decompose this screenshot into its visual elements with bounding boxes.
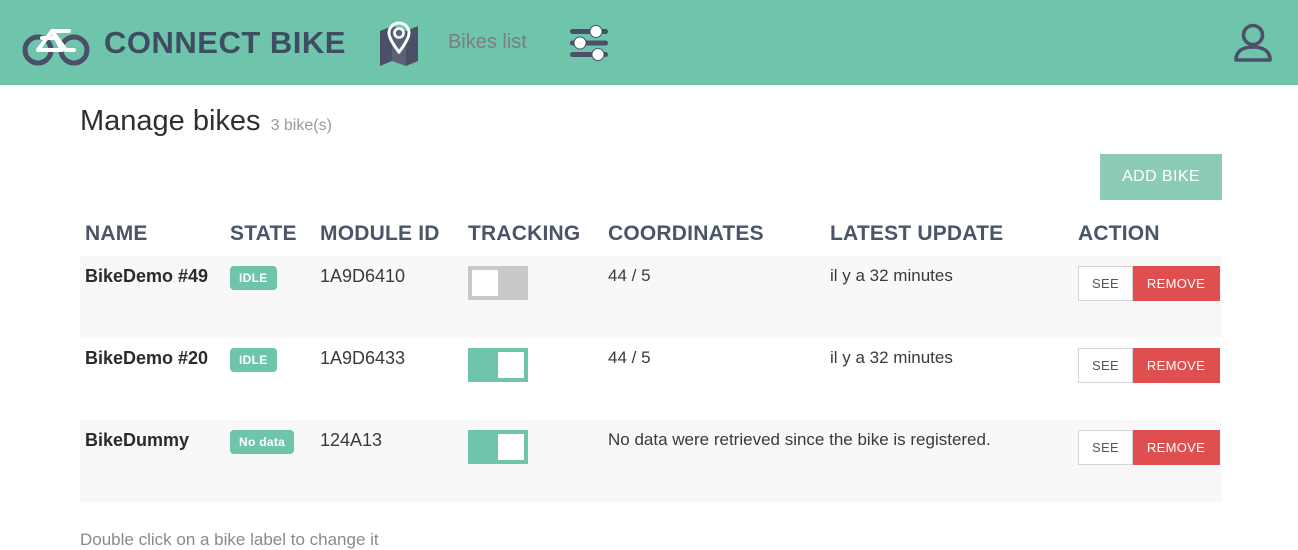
column-header-latest-update: LATEST UPDATE bbox=[830, 222, 1004, 245]
table-body: BikeDemo #49 IDLE 1A9D6410 44 / 5 il y a… bbox=[80, 256, 1222, 502]
toggle-knob bbox=[498, 352, 524, 378]
column-header-coordinates: COORDINATES bbox=[608, 222, 764, 245]
status-badge: No data bbox=[230, 430, 295, 454]
map-pin-icon bbox=[378, 19, 420, 67]
module-id-value: 1A9D6433 bbox=[320, 348, 406, 368]
action-button-group: SEE REMOVE bbox=[1078, 430, 1221, 465]
toggle-knob bbox=[498, 434, 524, 460]
table-header: NAME STATE MODULE ID TRACKING COORDINATE… bbox=[80, 218, 1222, 256]
cell-coordinates: 44 / 5 bbox=[603, 256, 825, 338]
see-button[interactable]: SEE bbox=[1078, 266, 1133, 301]
bike-name-label[interactable]: BikeDemo #20 bbox=[85, 348, 208, 368]
no-data-message: No data were retrieved since the bike is… bbox=[608, 430, 991, 449]
status-badge: IDLE bbox=[230, 266, 277, 290]
cell-action: SEE REMOVE bbox=[1073, 338, 1222, 420]
cell-name: BikeDummy bbox=[80, 420, 225, 502]
remove-button[interactable]: REMOVE bbox=[1132, 430, 1221, 465]
action-button-group: SEE REMOVE bbox=[1078, 348, 1221, 383]
status-badge: IDLE bbox=[230, 348, 277, 372]
cell-tracking bbox=[463, 420, 603, 502]
module-id-value: 1A9D6410 bbox=[320, 266, 406, 286]
column-header-module-id: MODULE ID bbox=[320, 222, 440, 245]
table-header-row: NAME STATE MODULE ID TRACKING COORDINATE… bbox=[80, 218, 1222, 256]
bicycle-icon bbox=[22, 20, 90, 66]
cell-name: BikeDemo #49 bbox=[80, 256, 225, 338]
brand-logo-link[interactable]: CONNECT BIKE bbox=[22, 20, 346, 66]
column-header-tracking: TRACKING bbox=[468, 222, 581, 245]
remove-button[interactable]: REMOVE bbox=[1132, 266, 1221, 301]
latest-update-value: il y a 32 minutes bbox=[830, 348, 953, 367]
table-row: BikeDemo #20 IDLE 1A9D6433 44 / 5 il y a… bbox=[80, 338, 1222, 420]
page-content: Manage bikes 3 bike(s) ADD BIKE NAME STA… bbox=[0, 85, 1298, 550]
brand-name: CONNECT BIKE bbox=[104, 24, 346, 60]
bike-name-label[interactable]: BikeDummy bbox=[85, 430, 189, 450]
tracking-toggle[interactable] bbox=[468, 430, 528, 464]
cell-module-id: 1A9D6433 bbox=[315, 338, 463, 420]
cell-state: No data bbox=[225, 420, 315, 502]
cell-state: IDLE bbox=[225, 256, 315, 338]
column-header-state: STATE bbox=[230, 222, 297, 245]
nav-bikes-list-link[interactable]: Bikes list bbox=[448, 31, 527, 54]
cell-name: BikeDemo #20 bbox=[80, 338, 225, 420]
column-header-action: ACTION bbox=[1078, 222, 1160, 245]
bikes-table: NAME STATE MODULE ID TRACKING COORDINATE… bbox=[80, 218, 1222, 502]
tracking-toggle[interactable] bbox=[468, 348, 528, 382]
bike-name-label[interactable]: BikeDemo #49 bbox=[85, 266, 208, 286]
page-header: Manage bikes 3 bike(s) bbox=[80, 85, 1298, 138]
cell-module-id: 1A9D6410 bbox=[315, 256, 463, 338]
table-hint-text: Double click on a bike label to change i… bbox=[80, 530, 379, 549]
latest-update-value: il y a 32 minutes bbox=[830, 266, 953, 285]
module-id-value: 124A13 bbox=[320, 430, 383, 450]
sliders-settings-icon bbox=[567, 22, 611, 64]
user-account-icon bbox=[1226, 16, 1280, 70]
see-button[interactable]: SEE bbox=[1078, 348, 1133, 383]
nav-user-menu[interactable] bbox=[1226, 16, 1280, 70]
cell-tracking bbox=[463, 338, 603, 420]
tracking-toggle[interactable] bbox=[468, 266, 528, 300]
toolbar: ADD BIKE bbox=[80, 154, 1222, 200]
bike-count-subtitle: 3 bike(s) bbox=[270, 117, 332, 134]
cell-action: SEE REMOVE bbox=[1073, 256, 1222, 338]
cell-latest-update: il y a 32 minutes bbox=[825, 256, 1073, 338]
table-row: BikeDemo #49 IDLE 1A9D6410 44 / 5 il y a… bbox=[80, 256, 1222, 338]
column-header-name: NAME bbox=[85, 222, 148, 245]
table-row: BikeDummy No data 124A13 No data were re… bbox=[80, 420, 1222, 502]
top-navbar: CONNECT BIKE Bikes list bbox=[0, 0, 1298, 85]
add-bike-button[interactable]: ADD BIKE bbox=[1100, 154, 1222, 200]
page-title: Manage bikes bbox=[80, 105, 261, 137]
see-button[interactable]: SEE bbox=[1078, 430, 1133, 465]
cell-no-data-message: No data were retrieved since the bike is… bbox=[603, 420, 1073, 502]
action-button-group: SEE REMOVE bbox=[1078, 266, 1221, 301]
nav-settings-button[interactable] bbox=[567, 22, 611, 64]
cell-coordinates: 44 / 5 bbox=[603, 338, 825, 420]
cell-latest-update: il y a 32 minutes bbox=[825, 338, 1073, 420]
cell-action: SEE REMOVE bbox=[1073, 420, 1222, 502]
coordinates-value: 44 / 5 bbox=[608, 348, 651, 367]
toggle-knob bbox=[472, 270, 498, 296]
cell-module-id: 124A13 bbox=[315, 420, 463, 502]
nav-map-button[interactable] bbox=[378, 19, 420, 67]
cell-state: IDLE bbox=[225, 338, 315, 420]
cell-tracking bbox=[463, 256, 603, 338]
remove-button[interactable]: REMOVE bbox=[1132, 348, 1221, 383]
coordinates-value: 44 / 5 bbox=[608, 266, 651, 285]
